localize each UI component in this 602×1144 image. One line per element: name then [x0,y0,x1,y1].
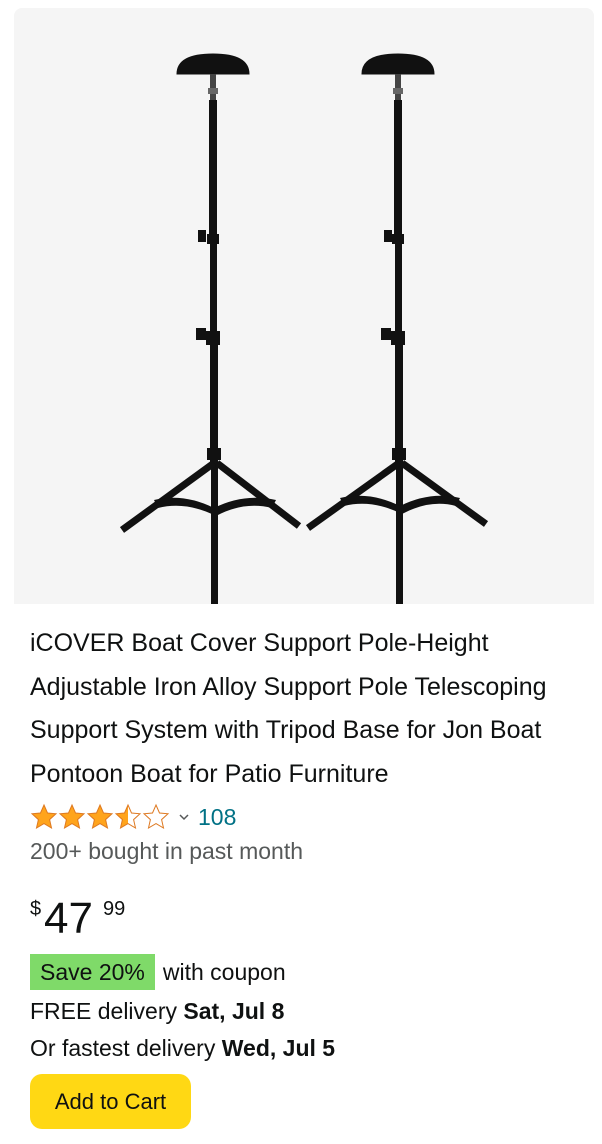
right-tripod-stand [305,53,489,604]
rating-row[interactable]: 108 [30,802,236,832]
coupon-row: Save 20% with coupon [30,954,286,990]
free-delivery: FREE delivery Sat, Jul 8 [30,998,284,1025]
product-card[interactable]: iCOVER Boat Cover Support Pole-Height Ad… [14,8,594,1144]
star-full-icon [31,804,57,829]
tripod-stands-image [119,53,489,604]
star-full-icon [59,804,85,829]
product-image[interactable] [14,8,594,604]
free-delivery-date: Sat, Jul 8 [183,998,285,1024]
star-icons [31,804,169,829]
fastest-delivery: Or fastest delivery Wed, Jul 5 [30,1035,335,1062]
price-symbol: $ [30,898,42,920]
star-half-icon [115,804,141,829]
save-badge: Save 20% [30,954,155,990]
add-to-cart-button[interactable]: Add to Cart [30,1074,191,1129]
chevron-down-icon[interactable] [178,811,190,823]
price-fraction: 99 [103,898,126,920]
coupon-text: with coupon [162,958,286,985]
fastest-delivery-prefix: Or fastest delivery [30,1035,222,1061]
star-rating[interactable] [30,803,172,831]
star-full-icon [87,804,113,829]
product-title[interactable]: iCOVER Boat Cover Support Pole-Height Ad… [30,622,578,796]
fastest-delivery-date: Wed, Jul 5 [221,1035,336,1061]
left-tripod-stand [119,53,302,604]
free-delivery-prefix: FREE delivery [30,998,184,1024]
bought-in-past-month: 200+ bought in past month [30,838,304,864]
star-empty-icon [143,804,169,829]
review-count-link[interactable]: 108 [198,804,236,831]
price-whole: 47 [44,894,93,943]
